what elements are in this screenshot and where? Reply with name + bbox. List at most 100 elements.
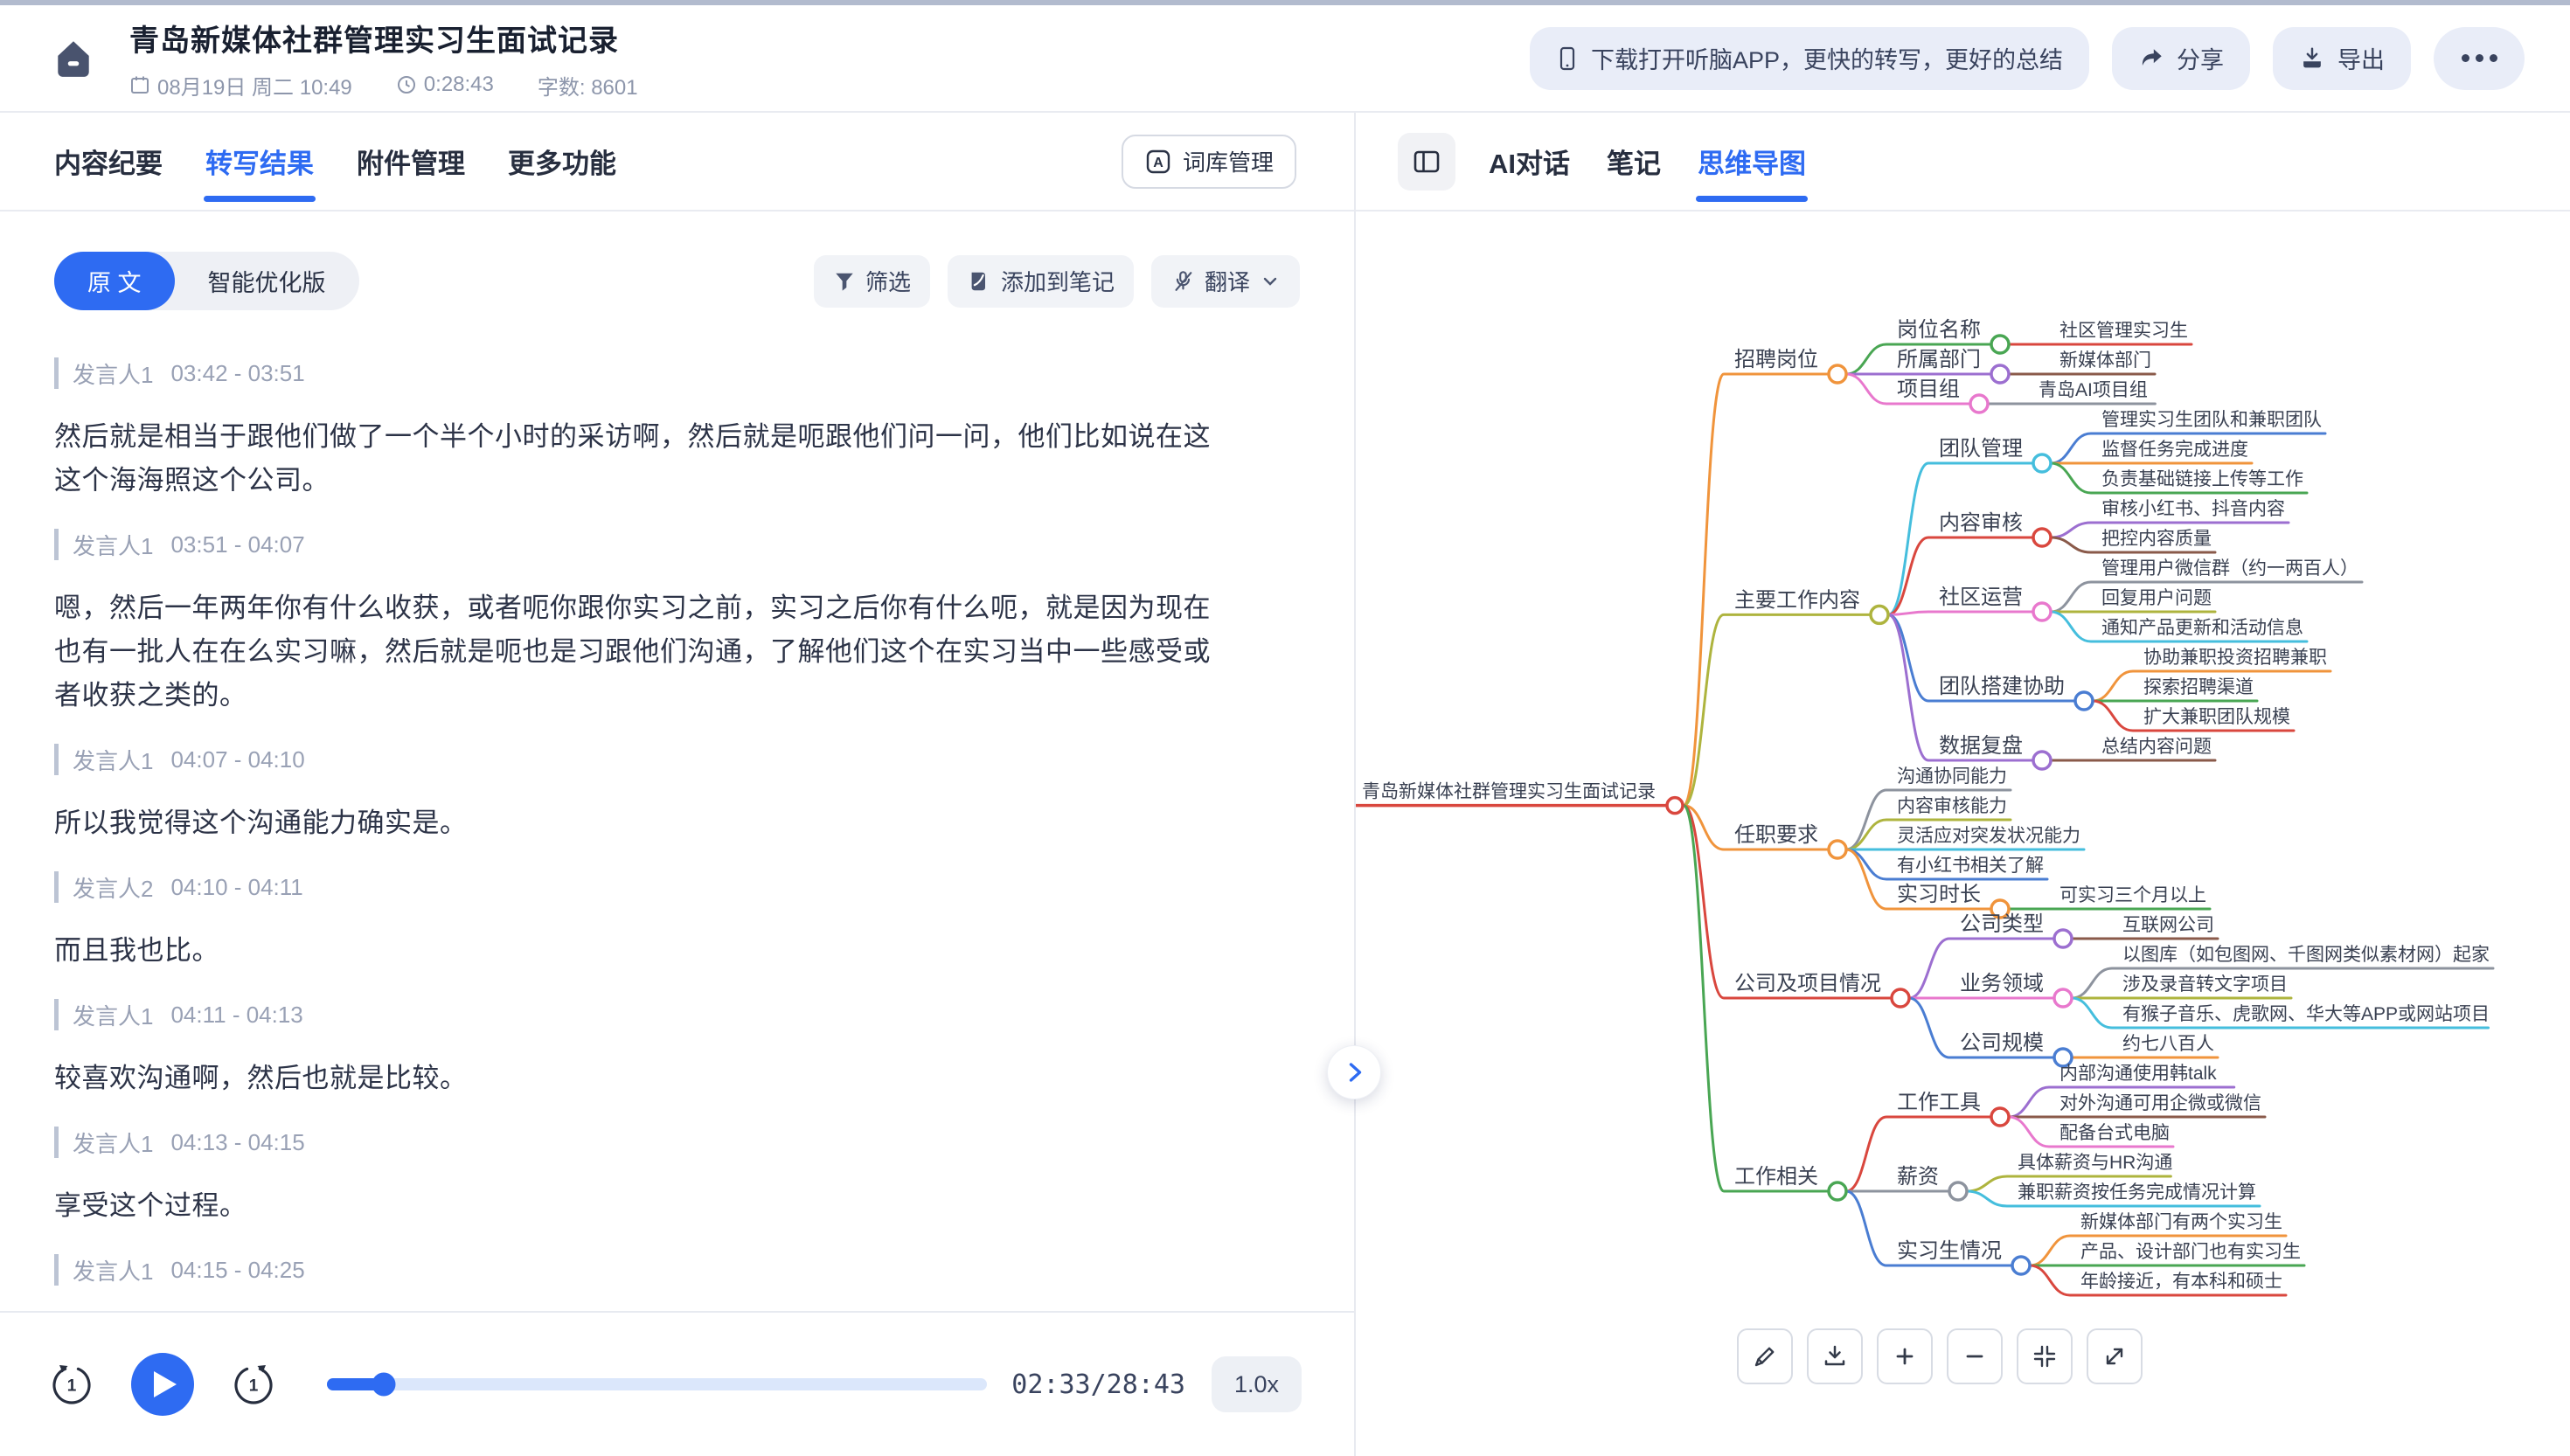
mindmap-node-label[interactable]: 岗位名称	[1897, 318, 1981, 342]
progress-thumb[interactable]	[372, 1373, 395, 1397]
mindmap-node-label[interactable]: 有猴子音乐、虎歌网、华大等APP或网站项目	[2122, 1004, 2490, 1024]
mindmap-node-label[interactable]: 公司规模	[1960, 1031, 2044, 1055]
mindmap-node-circle[interactable]	[2033, 529, 2051, 546]
share-button[interactable]: 分享	[2112, 27, 2250, 90]
transcript-entry[interactable]: 发言人1 04:13 - 04:15 享受这个过程。	[54, 1127, 1300, 1228]
mindmap-node-label[interactable]: 团队搭建协助	[1939, 675, 2065, 698]
mindmap-node-circle[interactable]	[1829, 841, 1846, 858]
mindmap-node-label[interactable]: 通知产品更新和活动信息	[2101, 618, 2303, 638]
mindmap-node-label[interactable]: 灵活应对突发状况能力	[1897, 826, 2080, 846]
mindmap-node-label[interactable]: 薪资	[1897, 1165, 1939, 1189]
mindmap-node-label[interactable]: 数据复盘	[1939, 734, 2023, 758]
mindmap-node-circle[interactable]	[1829, 365, 1846, 383]
mindmap-node-circle[interactable]	[2033, 454, 2051, 472]
mindmap-node-label[interactable]: 所属部门	[1897, 348, 1981, 371]
mindmap-node-circle[interactable]	[1871, 606, 1888, 623]
mindmap-node-circle[interactable]	[1970, 395, 1988, 413]
mindmap-node-circle[interactable]	[1991, 365, 2009, 383]
mindmap-node-label[interactable]: 社区运营	[1939, 586, 2023, 609]
mindmap-node-circle[interactable]	[1991, 336, 2009, 353]
tab-transcription-result[interactable]: 转写结果	[205, 113, 314, 210]
mindmap-node-label[interactable]: 项目组	[1897, 378, 1960, 401]
mindmap-node-label[interactable]: 可实习三个月以上	[2059, 885, 2206, 905]
fit-view-button[interactable]	[2017, 1328, 2073, 1384]
filter-button[interactable]: 筛选	[814, 255, 930, 308]
replay-button[interactable]: 1	[49, 1362, 94, 1407]
mindmap-node-label[interactable]: 管理实习生团队和兼职团队	[2101, 410, 2322, 430]
mindmap-node-label[interactable]: 管理用户微信群（约一两百人）	[2101, 558, 2358, 579]
mindmap-node-label[interactable]: 对外沟通可用企微或微信	[2059, 1093, 2261, 1113]
mindmap-node-circle[interactable]	[1829, 1182, 1846, 1200]
export-button[interactable]: 导出	[2273, 27, 2411, 90]
mindmap-node-label[interactable]: 实习时长	[1897, 883, 1981, 906]
mindmap-node-label[interactable]: 产品、设计部门也有实习生	[2080, 1242, 2301, 1262]
mindmap-node-label[interactable]: 青岛AI项目组	[2039, 380, 2148, 400]
mindmap-node-label[interactable]: 内容审核	[1939, 511, 2023, 535]
more-button[interactable]	[2434, 27, 2525, 90]
mindmap-node-label[interactable]: 公司及项目情况	[1734, 972, 1881, 995]
transcript-entry[interactable]: 发言人2 04:10 - 04:11 而且我也比。	[54, 871, 1300, 973]
mindmap-node-label[interactable]: 涉及录音转文字项目	[2122, 974, 2288, 995]
mindmap-node-circle[interactable]	[1892, 989, 1909, 1007]
mindmap-node-label[interactable]: 具体薪资与HR沟通	[2018, 1153, 2172, 1173]
mindmap-node-label[interactable]: 社区管理实习生	[2059, 321, 2188, 341]
mindmap-node-circle[interactable]	[1991, 1108, 2009, 1126]
mindmap-node-label[interactable]: 探索招聘渠道	[2143, 677, 2254, 697]
mindmap-node-circle[interactable]	[2033, 752, 2051, 769]
transcript-entry[interactable]: 发言人1 04:11 - 04:13 较喜欢沟通啊，然后也就是比较。	[54, 999, 1300, 1100]
mindmap-node-label[interactable]: 年龄接近，有本科和硕士	[2080, 1272, 2282, 1292]
mindmap-node-label[interactable]: 团队管理	[1939, 437, 2023, 461]
mindmap-node-circle[interactable]	[2033, 603, 2051, 621]
mindmap-node-label[interactable]: 总结内容问题	[2101, 737, 2212, 757]
mindmap-node-label[interactable]: 兼职薪资按任务完成情况计算	[2018, 1182, 2256, 1203]
fullscreen-button[interactable]	[2087, 1328, 2143, 1384]
playback-speed-button[interactable]: 1.0x	[1212, 1356, 1302, 1412]
mindmap-node-label[interactable]: 扩大兼职团队规模	[2143, 707, 2290, 727]
mindmap-node-label[interactable]: 业务领域	[1960, 972, 2044, 995]
panel-collapse-button[interactable]	[1327, 1045, 1381, 1099]
mindmap-node-circle[interactable]	[1949, 1182, 1967, 1200]
tab-mindmap[interactable]: 思维导图	[1698, 113, 1806, 210]
transcript-entry[interactable]: 发言人1 04:15 - 04:25	[54, 1254, 1300, 1286]
mindmap-node-label[interactable]: 监督任务完成进度	[2101, 440, 2248, 460]
mindmap-canvas-area[interactable]: 青岛新媒体社群管理实习生面试记录招聘岗位岗位名称社区管理实习生所属部门新媒体部门…	[1356, 211, 2570, 1456]
vocab-manage-button[interactable]: A 词库管理	[1122, 135, 1296, 189]
mindmap-node-label[interactable]: 负责基础链接上传等工作	[2101, 469, 2303, 489]
transcript-entry[interactable]: 发言人1 03:51 - 04:07 嗯，然后一年两年你有什么收获，或者呃你跟你…	[54, 529, 1300, 718]
download-app-banner[interactable]: 下载打开听脑APP，更快的转写，更好的总结	[1530, 27, 2089, 90]
transcript-entry[interactable]: 发言人1 04:07 - 04:10 所以我觉得这个沟通能力确实是。	[54, 744, 1300, 845]
mindmap-node-circle[interactable]	[2054, 989, 2072, 1007]
mindmap-node-label[interactable]: 工作工具	[1897, 1091, 1981, 1114]
original-text-option[interactable]: 原 文	[54, 252, 175, 310]
panel-toggle-button[interactable]	[1398, 133, 1455, 191]
mindmap-node-label[interactable]: 任职要求	[1734, 823, 1818, 847]
mindmap-node-label[interactable]: 协助兼职投资招聘兼职	[2143, 648, 2327, 668]
mindmap-node-label[interactable]: 约七八百人	[2122, 1034, 2214, 1054]
mindmap-node-label[interactable]: 把控内容质量	[2101, 529, 2212, 549]
mindmap-node-label[interactable]: 实习生情况	[1897, 1239, 2002, 1263]
translate-button[interactable]: 翻译	[1151, 255, 1300, 308]
mindmap-edit-button[interactable]	[1737, 1328, 1793, 1384]
mindmap-node-label[interactable]: 审核小红书、抖音内容	[2101, 499, 2285, 519]
mindmap-node-label[interactable]: 配备台式电脑	[2059, 1123, 2170, 1143]
play-button[interactable]	[131, 1353, 194, 1416]
tab-content-summary[interactable]: 内容纪要	[54, 113, 163, 210]
add-to-note-button[interactable]: 添加到笔记	[948, 255, 1134, 308]
forward-button[interactable]: 1	[231, 1362, 276, 1407]
zoom-in-button[interactable]	[1877, 1328, 1933, 1384]
mindmap-node-label[interactable]: 以图库（如包图网、千图网类似素材网）起家	[2122, 945, 2490, 965]
transcript-scroll-area[interactable]: 原 文 智能优化版 筛选 添加到笔记	[0, 211, 1354, 1311]
mindmap-node-label[interactable]: 公司类型	[1960, 912, 2044, 936]
transcript-entry[interactable]: 发言人1 03:42 - 03:51 然后就是相当于跟他们做了一个半个小时的采访…	[54, 357, 1300, 503]
optimized-version-option[interactable]: 智能优化版	[175, 252, 359, 310]
mindmap-node-label[interactable]: 内容审核能力	[1897, 796, 2007, 816]
mindmap-node-label[interactable]: 新媒体部门有两个实习生	[2080, 1212, 2282, 1232]
tab-more-features[interactable]: 更多功能	[508, 113, 616, 210]
tab-ai-chat[interactable]: AI对话	[1489, 113, 1570, 210]
mindmap-node-circle[interactable]	[2075, 692, 2093, 710]
mindmap-node-label[interactable]: 新媒体部门	[2059, 350, 2151, 371]
mindmap-node-label[interactable]: 招聘岗位	[1734, 348, 1818, 371]
mindmap-node-label[interactable]: 内部沟通使用韩talk	[2059, 1064, 2217, 1084]
mindmap-node-circle[interactable]	[2012, 1257, 2030, 1274]
mindmap-node-label[interactable]: 主要工作内容	[1734, 588, 1860, 612]
